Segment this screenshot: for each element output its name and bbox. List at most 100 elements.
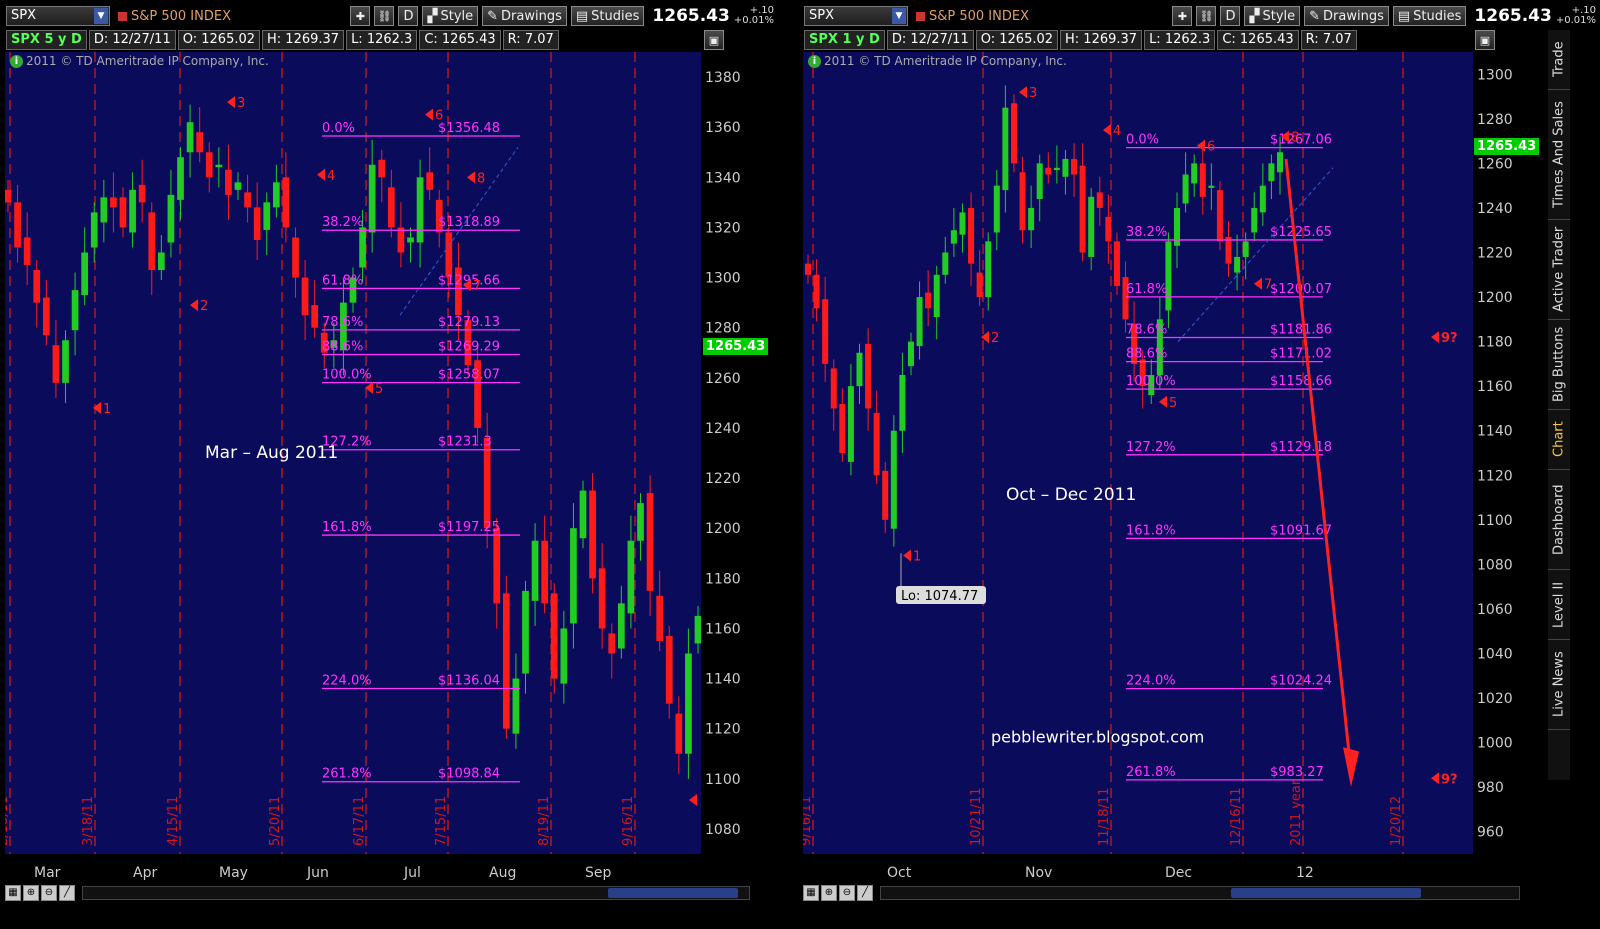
aggregation-button[interactable]: D: [1220, 6, 1241, 26]
chevron-down-icon[interactable]: ▼: [94, 8, 108, 24]
wave-marker: [317, 168, 325, 181]
zoom-in-icon[interactable]: ⊕: [23, 885, 39, 901]
left-scrollbar[interactable]: [82, 886, 750, 900]
candle-body: [138, 184, 146, 203]
price-tick-label: 1100: [1477, 513, 1513, 529]
left-plot-area[interactable]: 2/18/11 3/18/11 4/15/11 5/20/11 6/17/11 7/15/…: [0, 52, 702, 854]
crosshair-icon[interactable]: ✚: [1172, 6, 1193, 26]
crosshair-icon[interactable]: ✚: [350, 6, 371, 26]
left-price-axis: 1080 1100 1120 1140 1160 1180 1200 1220 1240 1260…: [705, 70, 741, 838]
candle-body: [1165, 241, 1172, 311]
aggregation-label: D: [403, 8, 414, 24]
price-tick-label: 1120: [705, 722, 741, 738]
snapshot-icon[interactable]: ▣: [1475, 30, 1495, 50]
tab-live-news[interactable]: Live News: [1548, 640, 1570, 730]
fib-price-label: $1181.86: [1270, 322, 1332, 337]
copyright: i 2011 © TD Ameritrade IP Company, Inc.: [808, 54, 1067, 68]
left-scroll-thumb[interactable]: [608, 888, 738, 898]
price-tick-label: 1300: [705, 271, 741, 287]
tab-big-buttons[interactable]: Big Buttons: [1548, 320, 1570, 410]
candle-body: [1251, 207, 1258, 233]
chevron-down-icon[interactable]: ▼: [892, 8, 906, 24]
date-label: 6/17/11: [352, 796, 367, 846]
candle-body: [531, 540, 539, 601]
drawings-button[interactable]: ✎ Drawings: [482, 6, 567, 26]
candle-body: [925, 292, 932, 309]
right-plot-area[interactable]: 9/16/11 10/21/11 11/18/11 12/16/11 2011 year…: [799, 52, 1473, 854]
candle-body: [378, 159, 386, 178]
info-icon[interactable]: i: [10, 54, 23, 68]
month-label: Jun: [306, 865, 329, 881]
style-button[interactable]: ▞ Style: [422, 6, 479, 26]
zoom-in-icon[interactable]: ⊕: [821, 885, 837, 901]
candle-body: [407, 237, 414, 243]
zoom-out-icon[interactable]: ⊖: [839, 885, 855, 901]
tab-trade[interactable]: Trade: [1548, 30, 1570, 90]
symbol-input[interactable]: SPX ▼: [804, 6, 908, 26]
right-chart-panel: SPX ▼ S&P 500 INDEX ✚ ⛓ D ▞ Style ✎ Drawin…: [798, 0, 1600, 929]
tab-times-and-sales[interactable]: Times And Sales: [1548, 90, 1570, 220]
draw-line-icon[interactable]: ╱: [59, 885, 75, 901]
fib-price-label: $1258.07: [438, 368, 500, 383]
candle-body: [4, 189, 12, 203]
wave-marker: [981, 331, 989, 344]
fib-price-label: $1197.25: [438, 520, 500, 535]
period-label[interactable]: SPX 1 y D: [804, 30, 885, 50]
drawings-button[interactable]: ✎ Drawings: [1304, 6, 1389, 26]
wave-marker: [190, 299, 198, 312]
aggregation-button[interactable]: D: [398, 6, 419, 26]
price-tick-label: 1000: [1477, 736, 1513, 752]
candle-body: [1199, 163, 1206, 197]
studies-button[interactable]: ▤ Studies: [570, 6, 645, 26]
net-change: +.10 +0.01%: [1556, 6, 1596, 26]
fib-pct-label: 0.0%: [1126, 133, 1159, 148]
grid-icon[interactable]: ▦: [5, 885, 21, 901]
studies-button[interactable]: ▤ Studies: [1392, 6, 1467, 26]
candle-body: [119, 197, 127, 228]
candle-body: [1208, 185, 1215, 188]
candle-body: [1113, 241, 1120, 286]
draw-line-icon[interactable]: ╱: [857, 885, 873, 901]
link-icon[interactable]: ⛓: [374, 6, 395, 26]
flag-icon: [916, 11, 925, 21]
candle-body: [1028, 207, 1035, 231]
price-tick-label: 1340: [705, 170, 741, 186]
candle-body: [129, 189, 136, 233]
copyright: i 2011 © TD Ameritrade IP Company, Inc.: [10, 54, 269, 68]
tab-level-ii[interactable]: Level II: [1548, 570, 1570, 640]
right-scroll-thumb[interactable]: [1231, 888, 1421, 898]
net-change: +.10 +0.01%: [734, 6, 774, 26]
fib-pct-label: 224.0%: [1126, 674, 1176, 689]
studies-label: Studies: [1413, 8, 1462, 24]
fib-pct-label: 127.2%: [1126, 440, 1176, 455]
candle-body: [71, 290, 79, 331]
info-icon[interactable]: i: [808, 54, 821, 68]
tab-active-trader[interactable]: Active Trader: [1548, 220, 1570, 320]
wave-label: 6: [1207, 140, 1215, 155]
style-button[interactable]: ▞ Style: [1244, 6, 1301, 26]
right-scrollbar[interactable]: [880, 886, 1520, 900]
price-tick-label: 1180: [1477, 335, 1513, 351]
symbol-input[interactable]: SPX ▼: [6, 6, 110, 26]
link-icon[interactable]: ⛓: [1196, 6, 1217, 26]
snapshot-icon[interactable]: ▣: [704, 30, 724, 50]
tab-dashboard[interactable]: Dashboard: [1548, 470, 1570, 570]
high-readout: H: 1269.37: [262, 30, 345, 50]
month-label: Oct: [887, 865, 912, 881]
fib-price-label: $1171.02: [1270, 347, 1332, 362]
grid-icon[interactable]: ▦: [803, 885, 819, 901]
zoom-out-icon[interactable]: ⊖: [41, 885, 57, 901]
tab-chart[interactable]: Chart: [1548, 410, 1570, 470]
wave-marker: [93, 401, 101, 414]
candle-body: [1096, 192, 1103, 208]
candle-body: [1088, 196, 1095, 257]
blog-annotation: pebblewriter.blogspot.com: [991, 728, 1204, 747]
candle-body: [847, 386, 854, 462]
index-name: S&P 500 INDEX: [916, 9, 1029, 24]
candle-body: [52, 345, 60, 383]
period-label[interactable]: SPX 5 y D: [6, 30, 87, 50]
candle-body: [1079, 165, 1086, 253]
fib-pct-label: 224.0%: [322, 673, 372, 688]
candle-body: [637, 503, 644, 541]
chart-title: Mar – Aug 2011: [205, 443, 338, 463]
